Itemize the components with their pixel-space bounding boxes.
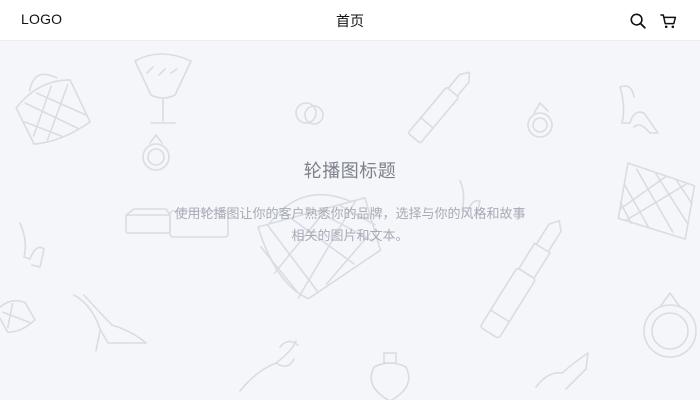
search-icon: [630, 13, 646, 29]
high-heel-doodle: [239, 340, 299, 392]
ring-doodle: [643, 292, 697, 358]
carousel-title: 轮播图标题: [303, 161, 397, 182]
high-heel-doodle: [19, 222, 45, 268]
perfume-bottle-doodle: [370, 352, 410, 400]
high-heel-doodle: [535, 352, 589, 390]
page-title-wrapper: 首页: [0, 11, 700, 31]
page-title: 首页: [336, 14, 364, 30]
cart-icon: [659, 14, 676, 29]
cart-button[interactable]: [658, 11, 678, 31]
high-heel-doodle: [73, 294, 147, 352]
high-heel-doodle: [619, 85, 659, 134]
ring-doodle: [527, 102, 553, 138]
handbag-doodle: [0, 299, 36, 333]
handbag-doodle: [15, 73, 91, 146]
search-button[interactable]: [628, 11, 648, 31]
lipstick-doodle: [408, 71, 471, 144]
header-bar: LOGO 首页: [0, 0, 700, 41]
logo[interactable]: LOGO: [21, 11, 62, 27]
ring-doodle: [295, 102, 324, 125]
carousel-description: 使用轮播图让你的客户熟悉你的品牌，选择与你的风格和故事相关的图片和文本。: [174, 207, 526, 244]
carousel-slide[interactable]: 轮播图标题 使用轮播图让你的客户熟悉你的品牌，选择与你的风格和故事相关的图片和文…: [0, 41, 700, 400]
perfume-bottle-doodle: [134, 53, 192, 124]
